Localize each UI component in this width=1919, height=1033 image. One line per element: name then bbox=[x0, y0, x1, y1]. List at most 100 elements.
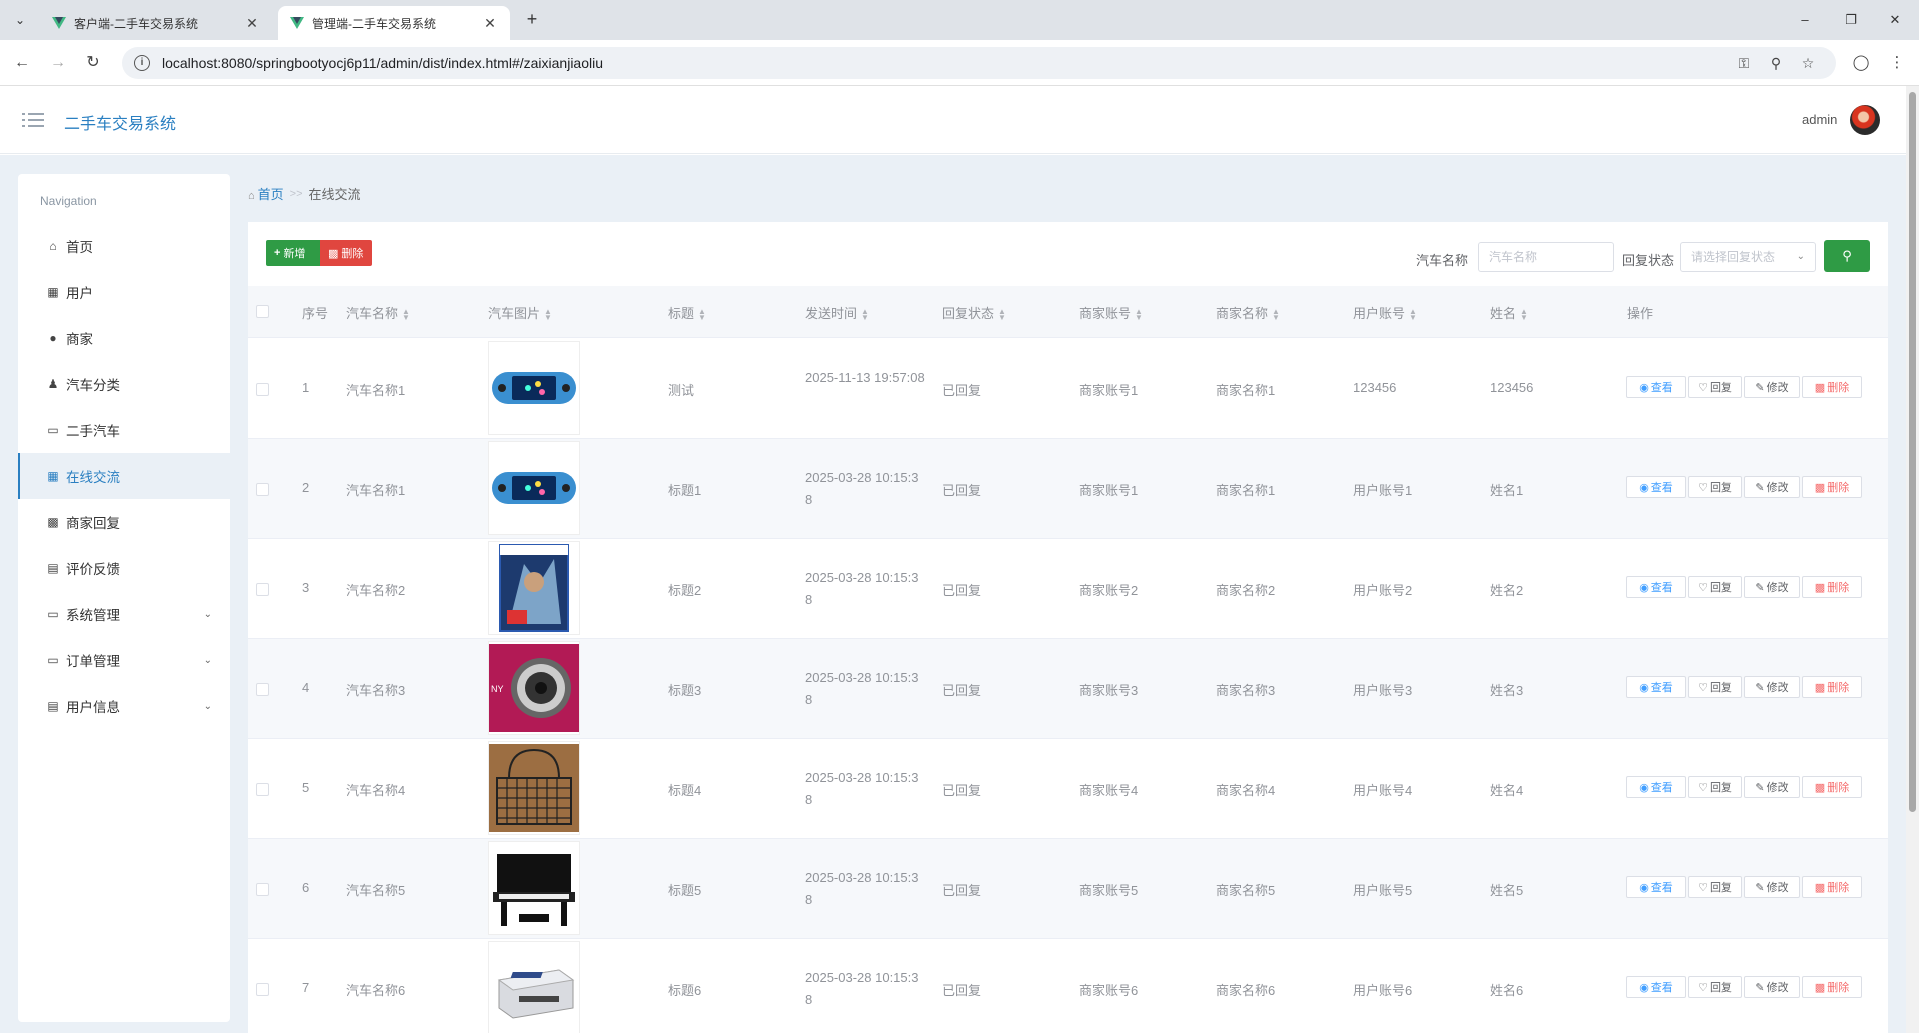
car-name-input[interactable]: 汽车名称 bbox=[1478, 242, 1614, 272]
delete-button[interactable]: ▩ 删除 bbox=[1802, 576, 1862, 598]
sidebar-item-users[interactable]: ▦ 用户 bbox=[18, 269, 230, 315]
site-info-icon[interactable]: i bbox=[134, 55, 150, 71]
sidebar-item-system-management[interactable]: ▭ 系统管理 ⌄ bbox=[18, 591, 230, 637]
row-checkbox[interactable] bbox=[256, 883, 269, 896]
edit-button[interactable]: ✎ 修改 bbox=[1744, 976, 1800, 998]
view-button[interactable]: ◉ 查看 bbox=[1626, 776, 1686, 798]
car-image[interactable] bbox=[488, 841, 580, 935]
breadcrumb-home[interactable]: ⌂ 首页 bbox=[248, 184, 284, 203]
sort-icon[interactable]: ▲ ▼ bbox=[1520, 307, 1528, 321]
header-merchant-name[interactable]: 商家名称 ▲ ▼ bbox=[1216, 303, 1280, 322]
table-row[interactable]: 6 汽车名称5 标题5 2025-03-28 10:15:38 已回复 商家账号5 商家名称… bbox=[248, 839, 1888, 939]
header-name[interactable]: 姓名 ▲ ▼ bbox=[1490, 303, 1528, 322]
sidebar-item-car-category[interactable]: ♟ 汽车分类 bbox=[18, 361, 230, 407]
avatar[interactable] bbox=[1850, 105, 1880, 135]
sidebar-item-used-cars[interactable]: ▭ 二手汽车 bbox=[18, 407, 230, 453]
admin-username[interactable]: admin bbox=[1802, 112, 1837, 127]
edit-button[interactable]: ✎ 修改 bbox=[1744, 876, 1800, 898]
delete-button[interactable]: ▩ 删除 bbox=[1802, 476, 1862, 498]
header-merchant-account[interactable]: 商家账号 ▲ ▼ bbox=[1079, 303, 1143, 322]
reply-button[interactable]: ♡ 回复 bbox=[1688, 476, 1742, 498]
sidebar-item-order-management[interactable]: ▭ 订单管理 ⌄ bbox=[18, 637, 230, 683]
row-checkbox[interactable] bbox=[256, 783, 269, 796]
row-checkbox[interactable] bbox=[256, 483, 269, 496]
search-button[interactable]: ⚲ bbox=[1824, 240, 1870, 272]
row-checkbox[interactable] bbox=[256, 383, 269, 396]
scrollbar-thumb[interactable] bbox=[1909, 92, 1916, 812]
minimize-icon[interactable]: – bbox=[1790, 8, 1820, 32]
car-image[interactable] bbox=[488, 541, 580, 635]
reply-button[interactable]: ♡ 回复 bbox=[1688, 676, 1742, 698]
edit-button[interactable]: ✎ 修改 bbox=[1744, 476, 1800, 498]
reply-button[interactable]: ♡ 回复 bbox=[1688, 776, 1742, 798]
profile-icon[interactable]: ◯ bbox=[1850, 52, 1872, 74]
header-title[interactable]: 标题 ▲ ▼ bbox=[668, 303, 706, 322]
sidebar-item-online-chat[interactable]: ▦ 在线交流 bbox=[18, 453, 230, 499]
tab-close-icon[interactable]: ✕ bbox=[244, 15, 260, 32]
delete-button[interactable]: ▩ 删除 bbox=[1802, 676, 1862, 698]
view-button[interactable]: ◉ 查看 bbox=[1626, 476, 1686, 498]
delete-button[interactable]: ▩ 删除 bbox=[1802, 976, 1862, 998]
car-image[interactable] bbox=[488, 341, 580, 435]
header-car-name[interactable]: 汽车名称 ▲ ▼ bbox=[346, 303, 410, 322]
sidebar-item-merchant-reply[interactable]: ▩ 商家回复 bbox=[18, 499, 230, 545]
sidebar-item-home[interactable]: ⌂ 首页 bbox=[18, 223, 230, 269]
zoom-icon[interactable]: ⚲ bbox=[1766, 53, 1786, 73]
table-row[interactable]: 1 汽车名称1 测试 2025-11-13 19:57:08 已回复 商家账号1 商家名称1… bbox=[248, 339, 1888, 439]
sidebar-item-feedback[interactable]: ▤ 评价反馈 bbox=[18, 545, 230, 591]
edit-button[interactable]: ✎ 修改 bbox=[1744, 576, 1800, 598]
edit-button[interactable]: ✎ 修改 bbox=[1744, 676, 1800, 698]
row-checkbox[interactable] bbox=[256, 683, 269, 696]
reply-button[interactable]: ♡ 回复 bbox=[1688, 576, 1742, 598]
car-image[interactable] bbox=[488, 441, 580, 535]
key-icon[interactable]: ⚿ bbox=[1734, 53, 1754, 73]
url-field[interactable]: i localhost:8080/springbootyocj6p11/admi… bbox=[122, 47, 1836, 79]
sort-icon[interactable]: ▲ ▼ bbox=[1272, 307, 1280, 321]
bookmark-star-icon[interactable]: ☆ bbox=[1798, 53, 1818, 73]
delete-button[interactable]: ▩ 删除 bbox=[1802, 876, 1862, 898]
sort-icon[interactable]: ▲ ▼ bbox=[1135, 307, 1143, 321]
close-window-icon[interactable]: ✕ bbox=[1880, 8, 1910, 32]
add-button[interactable]: + 新增 bbox=[266, 240, 320, 266]
tab-search-chevron-icon[interactable]: ⌄ bbox=[8, 8, 32, 32]
browser-tab-client[interactable]: 客户端-二手车交易系统 ✕ bbox=[40, 6, 272, 40]
reply-button[interactable]: ♡ 回复 bbox=[1688, 976, 1742, 998]
view-button[interactable]: ◉ 查看 bbox=[1626, 376, 1686, 398]
view-button[interactable]: ◉ 查看 bbox=[1626, 976, 1686, 998]
delete-button[interactable]: ▩ 删除 bbox=[1802, 776, 1862, 798]
car-image[interactable]: NY bbox=[488, 641, 580, 735]
view-button[interactable]: ◉ 查看 bbox=[1626, 576, 1686, 598]
view-button[interactable]: ◉ 查看 bbox=[1626, 876, 1686, 898]
row-checkbox[interactable] bbox=[256, 583, 269, 596]
delete-button[interactable]: ▩ 删除 bbox=[1802, 376, 1862, 398]
forward-icon[interactable]: → bbox=[47, 52, 69, 74]
back-icon[interactable]: ← bbox=[11, 52, 33, 74]
restore-icon[interactable]: ❐ bbox=[1836, 8, 1866, 32]
tab-close-icon[interactable]: ✕ bbox=[482, 15, 498, 32]
reply-status-select[interactable]: 请选择回复状态 ⌄ bbox=[1680, 242, 1816, 272]
header-user-account[interactable]: 用户账号 ▲ ▼ bbox=[1353, 303, 1417, 322]
edit-button[interactable]: ✎ 修改 bbox=[1744, 776, 1800, 798]
select-all-checkbox[interactable] bbox=[256, 305, 269, 318]
reload-icon[interactable]: ↻ bbox=[82, 52, 104, 74]
header-car-image[interactable]: 汽车图片 ▲ ▼ bbox=[488, 303, 552, 322]
row-checkbox[interactable] bbox=[256, 983, 269, 996]
table-row[interactable]: 4 汽车名称3 NY 标题3 2025-03-28 10:15:38 已回复 商家账号3 商家… bbox=[248, 639, 1888, 739]
sort-icon[interactable]: ▲ ▼ bbox=[1409, 307, 1417, 321]
table-row[interactable]: 5 汽车名称4 标题4 2025-03-28 10:15:38 已回复 商家账号4 商家名称… bbox=[248, 739, 1888, 839]
sort-icon[interactable]: ▲ ▼ bbox=[998, 307, 1006, 321]
header-reply-status[interactable]: 回复状态 ▲ ▼ bbox=[942, 303, 1006, 322]
browser-tab-admin[interactable]: 管理端-二手车交易系统 ✕ bbox=[278, 6, 510, 40]
table-row[interactable]: 3 汽车名称2 标题2 2025-03-28 10:15:38 已回复 商家账号2 商家名称… bbox=[248, 539, 1888, 639]
batch-delete-button[interactable]: ▩ 删除 bbox=[320, 240, 372, 266]
sidebar-item-user-info[interactable]: ▤ 用户信息 ⌄ bbox=[18, 683, 230, 729]
new-tab-icon[interactable]: + bbox=[520, 8, 544, 32]
sort-icon[interactable]: ▲ ▼ bbox=[544, 307, 552, 321]
view-button[interactable]: ◉ 查看 bbox=[1626, 676, 1686, 698]
browser-menu-icon[interactable]: ⋮ bbox=[1886, 52, 1908, 74]
header-send-time[interactable]: 发送时间 ▲ ▼ bbox=[805, 303, 869, 322]
reply-button[interactable]: ♡ 回复 bbox=[1688, 376, 1742, 398]
sidebar-item-merchants[interactable]: ● 商家 bbox=[18, 315, 230, 361]
menu-toggle-icon[interactable] bbox=[22, 111, 44, 129]
sort-icon[interactable]: ▲ ▼ bbox=[698, 307, 706, 321]
